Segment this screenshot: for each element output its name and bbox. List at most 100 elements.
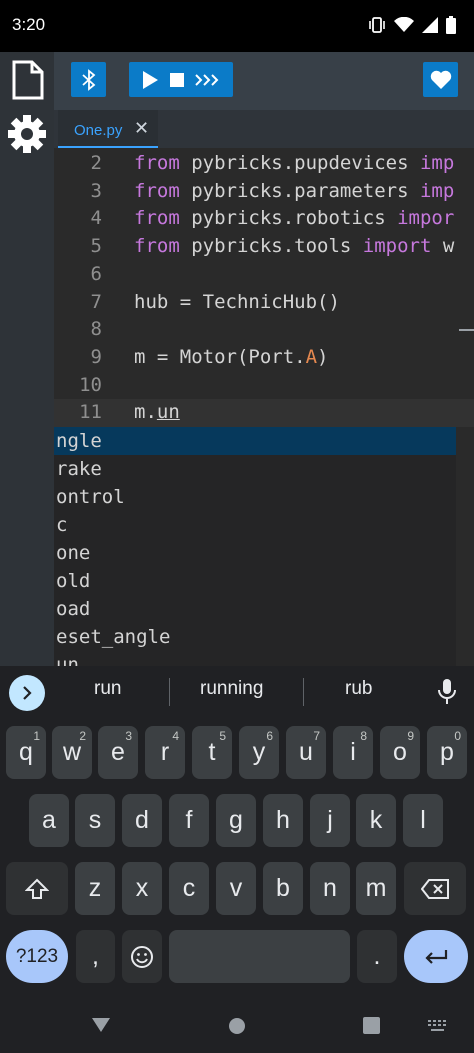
autocomplete-item[interactable]: un	[54, 651, 456, 666]
key-b[interactable]: b	[263, 862, 303, 915]
autocomplete-item[interactable]: one	[54, 539, 456, 567]
recents-square-icon[interactable]	[363, 1017, 380, 1034]
symbols-key[interactable]: ?123	[6, 930, 68, 983]
line-number: 2	[90, 152, 102, 174]
key-j[interactable]: j	[310, 794, 350, 847]
suggestion-rub[interactable]: rub	[345, 678, 372, 700]
key-f[interactable]: f	[169, 794, 209, 847]
key-w[interactable]: w2	[52, 726, 92, 779]
key-m[interactable]: m	[356, 862, 396, 915]
key-h[interactable]: h	[263, 794, 303, 847]
suggestion-divider	[169, 678, 170, 706]
key-v[interactable]: v	[216, 862, 256, 915]
toolbar	[54, 52, 474, 110]
autocomplete-item[interactable]: eset_angle	[54, 623, 456, 651]
key-label: r	[160, 738, 170, 766]
key-hint: 9	[407, 729, 414, 743]
repl-icon[interactable]	[195, 73, 221, 87]
backspace-icon	[421, 878, 449, 899]
key-z[interactable]: z	[75, 862, 115, 915]
settings-gear-icon[interactable]	[7, 114, 47, 154]
line-number: 7	[90, 290, 102, 313]
current-line-highlight	[54, 399, 474, 427]
key-r[interactable]: r4	[145, 726, 185, 779]
key-hint: 5	[219, 729, 226, 743]
space-key[interactable]	[169, 930, 350, 983]
autocomplete-item[interactable]: old	[54, 567, 456, 595]
period-key[interactable]: .	[357, 930, 397, 983]
key-c[interactable]: c	[169, 862, 209, 915]
vibrate-icon	[369, 17, 385, 33]
autocomplete-item[interactable]: ngle	[54, 427, 456, 455]
backspace-key[interactable]	[404, 862, 466, 915]
key-u[interactable]: u7	[286, 726, 326, 779]
line-number: 5	[90, 235, 102, 258]
key-q[interactable]: q1	[6, 726, 46, 779]
key-e[interactable]: e3	[98, 726, 138, 779]
key-label: e	[111, 738, 125, 766]
tab-label: One.py	[74, 122, 123, 139]
line-number: 6	[90, 262, 102, 285]
key-n[interactable]: n	[310, 862, 350, 915]
key-label: o	[393, 738, 407, 766]
key-x[interactable]: x	[122, 862, 162, 915]
tab-one-py[interactable]: One.py ✕	[58, 110, 158, 148]
suggestions-expand-button[interactable]	[9, 675, 45, 711]
sponsor-button[interactable]	[423, 62, 458, 97]
code-line[interactable]: hub = TechnicHub()	[134, 291, 340, 313]
code-token: A	[305, 345, 318, 368]
code-line[interactable]: from pybricks.robotics impor	[134, 207, 454, 229]
line-number: 3	[90, 179, 102, 202]
key-l[interactable]: l	[403, 794, 443, 847]
minimap-marker	[459, 329, 474, 331]
enter-icon	[425, 949, 448, 964]
key-a[interactable]: a	[29, 794, 69, 847]
line-number: 8	[90, 318, 102, 341]
status-time: 3:20	[12, 15, 46, 34]
tab-close-icon[interactable]: ✕	[134, 118, 149, 139]
key-y[interactable]: y6	[239, 726, 279, 779]
key-i[interactable]: i8	[333, 726, 373, 779]
code-line[interactable]: from pybricks.parameters imp	[134, 180, 454, 202]
shift-key[interactable]	[6, 862, 68, 915]
bluetooth-icon	[81, 68, 95, 91]
emoji-key[interactable]	[122, 930, 162, 983]
code-token: un	[156, 401, 180, 424]
key-hint: 6	[266, 729, 273, 743]
code-line[interactable]: m.un	[134, 401, 180, 423]
bluetooth-button[interactable]	[71, 62, 106, 97]
stop-icon[interactable]	[169, 72, 184, 87]
home-circle-icon[interactable]	[228, 1017, 246, 1035]
autocomplete-item[interactable]: oad	[54, 595, 456, 623]
code-token: imp	[419, 179, 455, 202]
key-d[interactable]: d	[122, 794, 162, 847]
key-hint: 2	[79, 729, 86, 743]
autocomplete-item[interactable]: ontrol	[54, 483, 456, 511]
play-icon[interactable]	[141, 70, 159, 90]
enter-key[interactable]	[404, 930, 468, 983]
key-t[interactable]: t5	[192, 726, 232, 779]
microphone-icon[interactable]	[437, 678, 457, 706]
autocomplete-item[interactable]: c	[54, 511, 456, 539]
navigation-bar	[0, 993, 474, 1053]
battery-icon	[446, 16, 456, 34]
code-token: imp	[419, 152, 455, 174]
key-o[interactable]: o9	[380, 726, 420, 779]
keyboard-switch-icon[interactable]	[428, 1020, 448, 1034]
file-icon[interactable]	[12, 60, 44, 100]
code-line[interactable]: m = Motor(Port.A)	[134, 346, 329, 368]
key-k[interactable]: k	[356, 794, 396, 847]
suggestion-running[interactable]: running	[200, 678, 263, 700]
code-line[interactable]: from pybricks.pupdevices imp	[134, 152, 454, 174]
code-token: from	[134, 152, 180, 174]
autocomplete-item[interactable]: rake	[54, 455, 456, 483]
code-line[interactable]: from pybricks.tools import w	[134, 235, 454, 257]
comma-key[interactable]: ,	[76, 930, 115, 983]
code-token: pybricks.robotics	[179, 207, 398, 230]
key-label: p	[440, 738, 454, 766]
back-triangle-icon[interactable]	[91, 1017, 111, 1033]
key-g[interactable]: g	[216, 794, 256, 847]
suggestion-run[interactable]: run	[94, 678, 121, 700]
key-p[interactable]: p0	[427, 726, 467, 779]
key-s[interactable]: s	[75, 794, 115, 847]
